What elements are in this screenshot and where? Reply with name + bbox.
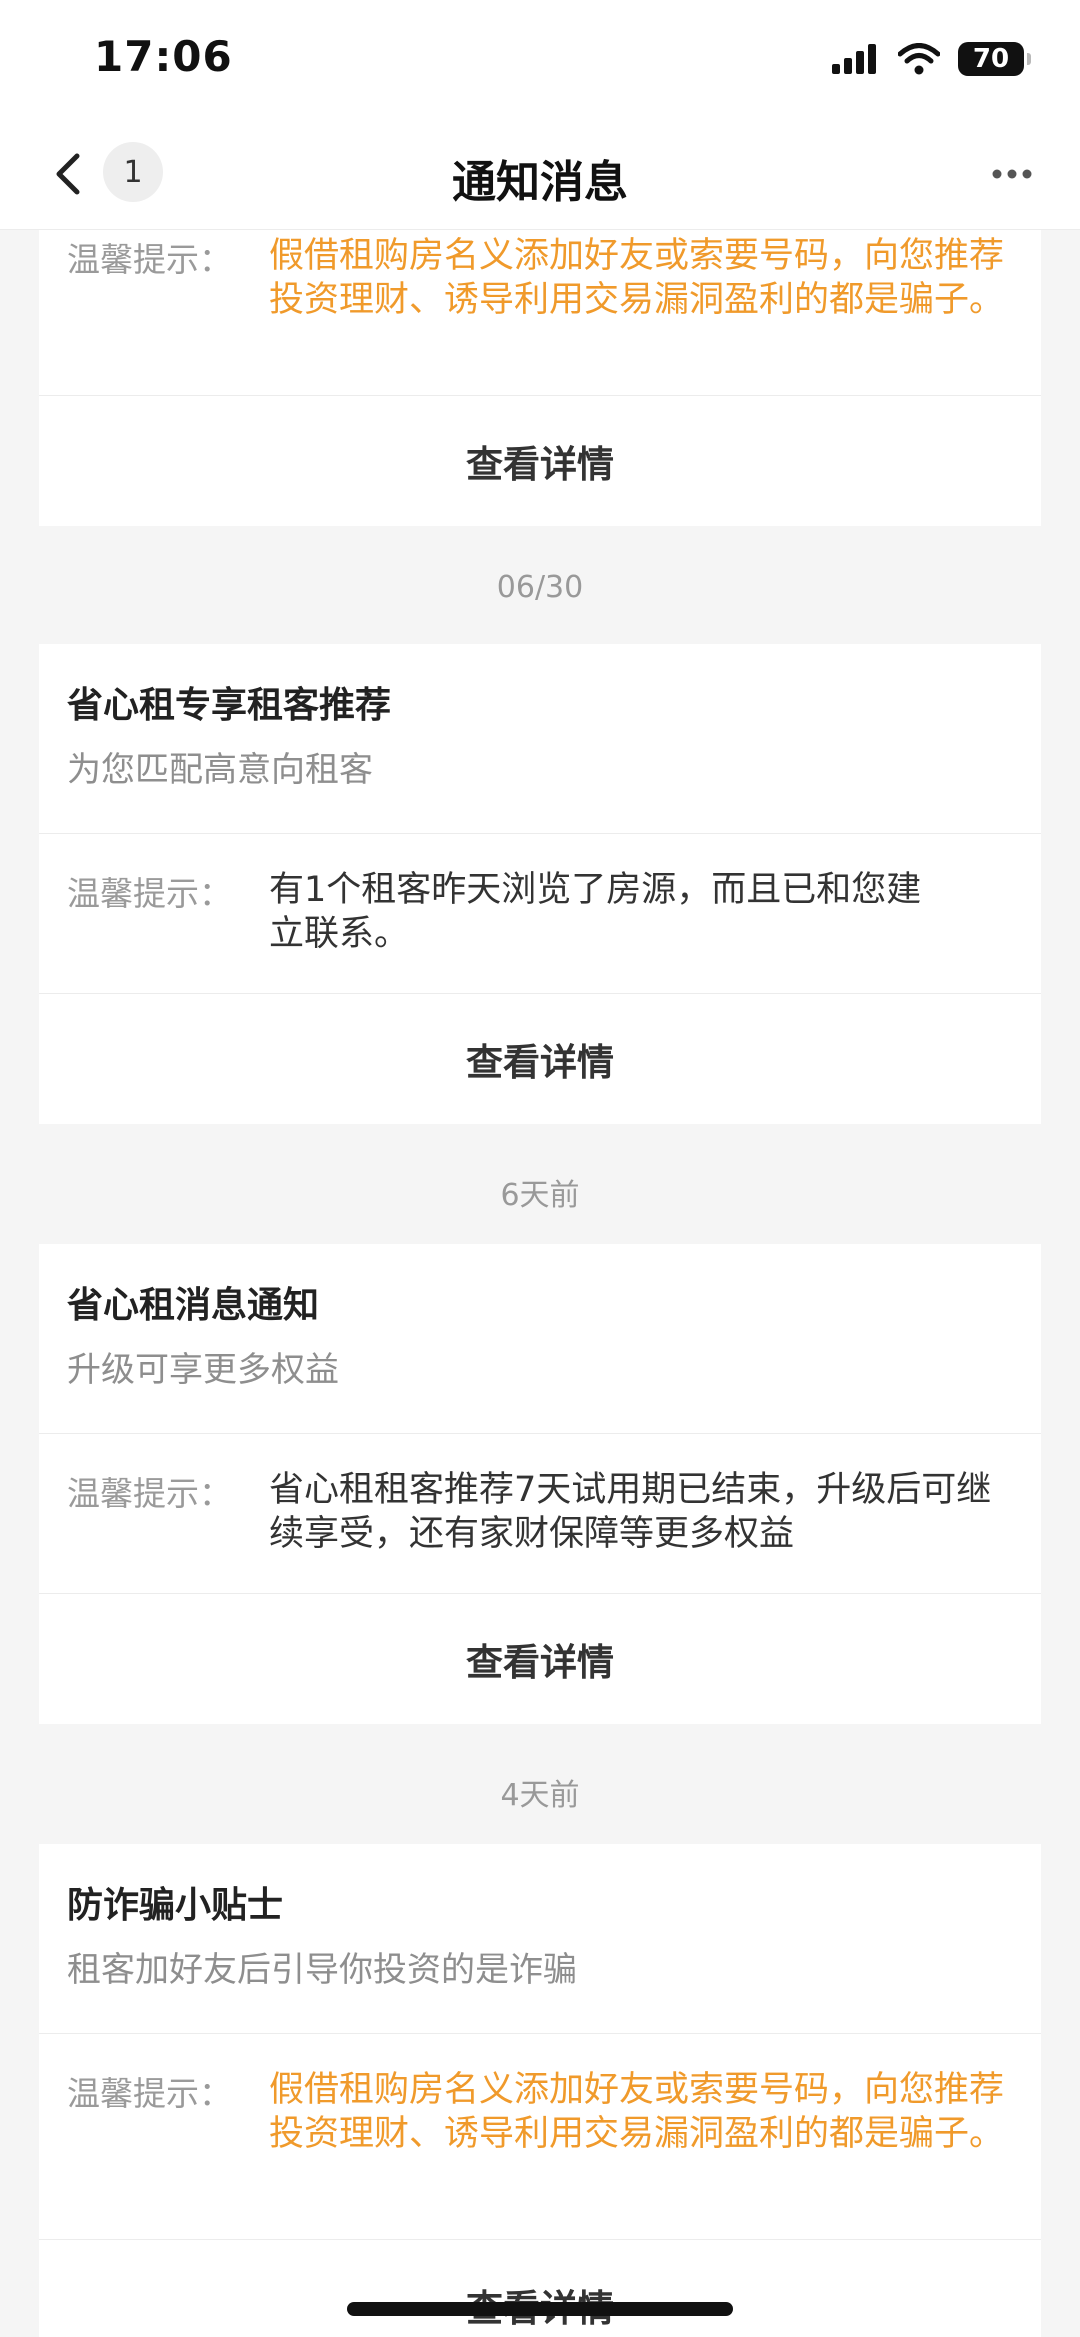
view-details-button[interactable]: 查看详情 [39,2240,1041,2337]
tip-row: 温馨提示： 假借租购房名义添加好友或索要号码，向您推荐投资理财、诱导利用交易漏洞… [39,230,1041,396]
tip-row: 温馨提示： 有1个租客昨天浏览了房源，而且已和您建立联系。 [39,834,1041,994]
wifi-icon [898,43,940,75]
battery-icon: 70 [958,42,1031,76]
view-details-button[interactable]: 查看详情 [39,994,1041,1124]
tip-label: 温馨提示： [67,240,232,279]
card-header: 防诈骗小贴士 租客加好友后引导你投资的是诈骗 [39,1844,1041,2034]
tip-text: 有1个租客昨天浏览了房源，而且已和您建立联系。 [269,870,922,954]
card-subtitle: 租客加好友后引导你投资的是诈骗 [67,1950,577,1990]
nav-bar: 1 通知消息 [0,118,1080,230]
date-label: 6天前 [500,1178,580,1213]
view-details-button[interactable]: 查看详情 [39,1594,1041,1724]
status-time: 17:06 [94,32,233,81]
tip-label: 温馨提示： [67,874,232,913]
card-header: 省心租消息通知 升级可享更多权益 [39,1244,1041,1434]
notification-card: 省心租消息通知 升级可享更多权益 温馨提示： 省心租租客推荐7天试用期已结束，升… [39,1244,1041,1724]
card-subtitle: 为您匹配高意向租客 [67,750,373,790]
status-bar: 17:06 70 [0,0,1080,118]
notification-card: 温馨提示： 假借租购房名义添加好友或索要号码，向您推荐投资理财、诱导利用交易漏洞… [39,230,1041,526]
card-title: 省心租消息通知 [67,1285,320,1326]
tip-text: 假借租购房名义添加好友或索要号码，向您推荐投资理财、诱导利用交易漏洞盈利的都是骗… [269,236,1005,320]
tip-text: 假借租购房名义添加好友或索要号码，向您推荐投资理财、诱导利用交易漏洞盈利的都是骗… [269,2070,1005,2154]
card-title: 省心租专享租客推荐 [67,685,392,726]
status-icons: 70 [832,40,1031,78]
tip-row: 温馨提示： 省心租租客推荐7天试用期已结束，升级后可继续享受，还有家财保障等更多… [39,1434,1041,1594]
more-options-button[interactable] [982,154,1042,194]
date-label: 4天前 [500,1778,580,1813]
home-indicator[interactable] [347,2302,733,2316]
battery-level: 70 [972,44,1010,74]
tip-label: 温馨提示： [67,2074,232,2113]
cellular-signal-icon [832,44,876,74]
date-label: 06/30 [496,570,584,605]
notification-card: 省心租专享租客推荐 为您匹配高意向租客 温馨提示： 有1个租客昨天浏览了房源，而… [39,644,1041,1124]
message-list[interactable]: 温馨提示： 假借租购房名义添加好友或索要号码，向您推荐投资理财、诱导利用交易漏洞… [0,230,1080,2337]
page-title: 通知消息 [452,157,628,208]
tip-label: 温馨提示： [67,1474,232,1513]
ellipsis-icon [992,169,1032,179]
view-details-button[interactable]: 查看详情 [39,396,1041,526]
tip-text: 省心租租客推荐7天试用期已结束，升级后可继续享受，还有家财保障等更多权益 [269,1470,992,1554]
card-title: 防诈骗小贴士 [67,1885,284,1926]
card-header: 省心租专享租客推荐 为您匹配高意向租客 [39,644,1041,834]
tip-row: 温馨提示： 假借租购房名义添加好友或索要号码，向您推荐投资理财、诱导利用交易漏洞… [39,2034,1041,2240]
notification-card: 防诈骗小贴士 租客加好友后引导你投资的是诈骗 温馨提示： 假借租购房名义添加好友… [39,1844,1041,2337]
card-subtitle: 升级可享更多权益 [67,1350,339,1390]
